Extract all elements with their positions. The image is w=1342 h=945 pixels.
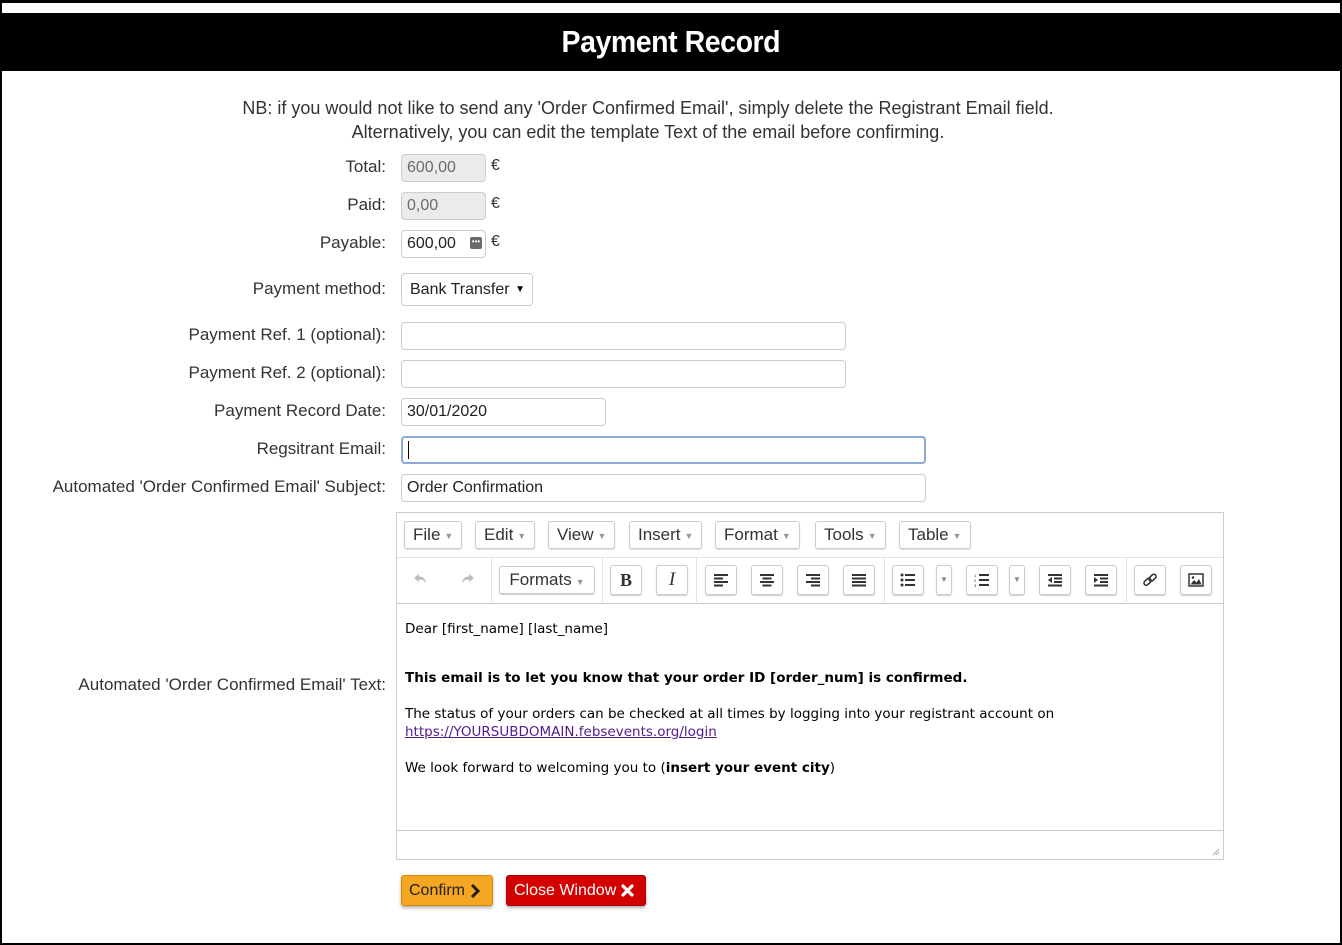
menu-view[interactable]: View ▼ [548,521,616,549]
ref1-label: Payment Ref. 1 (optional): [188,325,386,344]
toolbar-separator [696,558,697,602]
editor-content[interactable]: Dear [first_name] [last_name] This email… [397,604,1223,831]
bold-icon[interactable]: B [610,565,642,595]
ref2-input[interactable] [401,360,846,388]
email-subject-label: Automated 'Order Confirmed Email' Subjec… [52,477,386,496]
payment-method-select[interactable]: Bank Transfer ▼ [401,273,533,306]
menu-table[interactable]: Table ▼ [899,521,971,549]
dropdown-caret-icon: ▼ [515,284,525,295]
close-window-button[interactable]: Close Window [506,875,646,906]
paid-field: 0,00 [401,192,486,220]
payable-label: Payable: [319,233,386,252]
numbered-list-dropdown[interactable]: ▼ [1009,565,1025,595]
number-spinner-icon[interactable]: ••• [470,237,482,249]
indent-icon[interactable] [1085,565,1117,595]
align-left-icon[interactable] [705,565,737,595]
menu-insert[interactable]: Insert ▼ [629,521,703,549]
login-link[interactable]: https://YOURSUBDOMAIN.febsevents.org/log… [405,724,717,740]
close-icon [621,884,634,897]
chevron-right-icon [471,883,481,898]
link-icon[interactable] [1134,565,1166,595]
email-greeting: Dear [first_name] [last_name] [405,621,608,637]
menu-edit[interactable]: Edit ▼ [475,521,536,549]
toolbar-separator [602,558,603,602]
email-status-line: The status of your orders can be checked… [405,706,1055,722]
notice-line-1: NB: if you would not like to send any 'O… [242,98,1054,118]
text-cursor [408,440,409,459]
payable-currency: € [491,233,500,250]
redo-icon[interactable] [451,565,483,595]
page-title: Payment Record [561,24,781,59]
total-field: 600,00 [401,154,486,182]
title-bar: Payment Record [2,13,1340,71]
menu-format[interactable]: Format ▼ [715,521,800,549]
payable-value: 600,00 [407,235,456,252]
payable-field[interactable]: 600,00 ••• [401,230,486,258]
email-text-label: Automated 'Order Confirmed Email' Text: [78,675,386,694]
toolbar-separator [491,558,492,602]
menu-file[interactable]: File ▼ [404,521,463,549]
toolbar-separator [884,558,885,602]
email-subject-input[interactable]: Order Confirmation [401,474,926,502]
ref1-input[interactable] [401,322,846,350]
total-currency: € [491,157,500,174]
paid-label: Paid: [347,195,386,214]
editor-menubar: File ▼ Edit ▼ View ▼ Insert ▼ Format ▼ Tools ▼… [397,513,1223,558]
image-icon[interactable] [1180,565,1212,595]
confirm-button[interactable]: Confirm [401,875,493,906]
payment-method-value: Bank Transfer [410,281,510,298]
notice-line-2: Alternatively, you can edit the template… [351,122,945,142]
align-center-icon[interactable] [751,565,783,595]
undo-icon[interactable] [405,565,437,595]
rich-text-editor: File ▼ Edit ▼ View ▼ Insert ▼ Format ▼ Tools ▼… [396,512,1224,860]
align-right-icon[interactable] [797,565,829,595]
paid-currency: € [491,195,500,212]
numbered-list-icon[interactable]: 123 [966,565,998,595]
record-date-input[interactable]: 30/01/2020 [401,398,606,426]
formats-dropdown[interactable]: Formats ▼ [499,566,595,594]
registrant-email-input[interactable] [401,436,926,464]
registrant-email-label: Regsitrant Email: [256,439,386,458]
email-headline: This email is to let you know that your … [405,670,968,686]
bullet-list-icon[interactable] [892,565,924,595]
toolbar-separator [1126,558,1127,602]
payment-method-label: Payment method: [252,279,386,298]
menu-tools[interactable]: Tools ▼ [815,521,886,549]
record-date-label: Payment Record Date: [214,401,386,420]
bullet-list-dropdown[interactable]: ▼ [936,565,952,595]
ref2-label: Payment Ref. 2 (optional): [188,363,386,382]
email-closing: We look forward to welcoming you to (ins… [405,760,836,776]
align-justify-icon[interactable] [843,565,875,595]
editor-toolbar: Formats ▼ B I ▼ 123 ▼ [397,558,1223,604]
outdent-icon[interactable] [1039,565,1071,595]
svg-text:3: 3 [974,583,977,587]
resize-grip-icon[interactable] [1210,846,1220,856]
italic-icon[interactable]: I [656,565,688,595]
total-label: Total: [345,157,386,176]
